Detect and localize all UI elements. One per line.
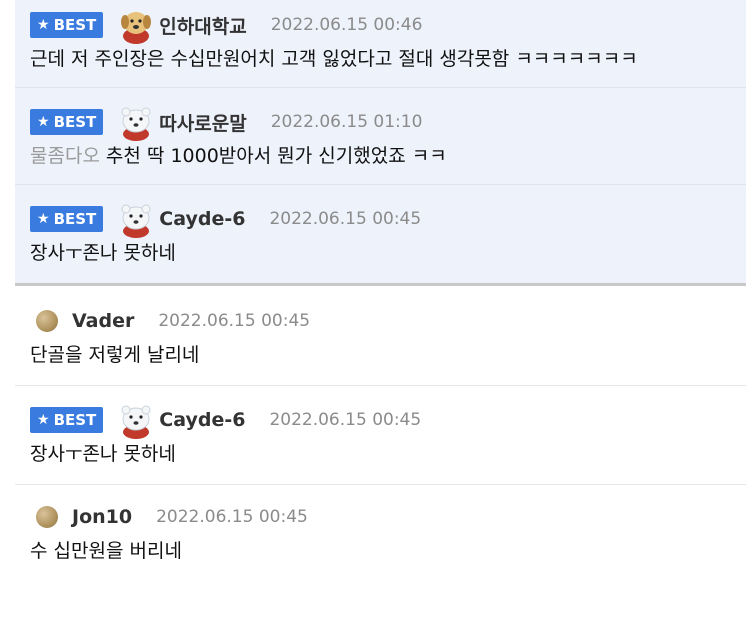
comment-header: Jon10 2022.06.15 00:45: [30, 497, 746, 537]
comment-item: ★ BEST 인하대학교 2022.06.15 00:46 근데 저 주인장은 수…: [15, 0, 746, 88]
star-icon: ★: [37, 211, 50, 227]
polar-bear-avatar-icon[interactable]: [117, 200, 155, 238]
polar-bear-avatar-icon[interactable]: [117, 103, 155, 141]
comment-date: 2022.06.15 00:45: [269, 209, 422, 229]
comment-date: 2022.06.15 00:45: [156, 507, 308, 527]
star-icon: ★: [37, 17, 50, 33]
star-icon: ★: [37, 114, 50, 130]
polar-bear-avatar-icon[interactable]: [117, 401, 155, 439]
comment-text: 단골을 저렇게 날리네: [30, 344, 200, 366]
comment-header: ★ BEST 따사로운말 2022.06.15 01:10: [30, 102, 746, 142]
mention-username[interactable]: 물좀다오: [30, 145, 100, 167]
comment-text: 근데 저 주인장은 수십만원어치 고객 잃었다고 절대 생각못함 ㅋㅋㅋㅋㅋㅋㅋ: [30, 48, 638, 70]
comment-item: Jon10 2022.06.15 00:45 수 십만원을 버리네: [15, 485, 746, 579]
dog-avatar-icon[interactable]: [117, 6, 155, 44]
comment-nickname[interactable]: 따사로운말: [159, 109, 246, 136]
comment-item: Vader 2022.06.15 00:45 단골을 저렇게 날리네: [15, 286, 746, 386]
comment-nickname[interactable]: Jon10: [72, 506, 132, 528]
comment-header: ★ BEST Cayde-6 2022.06.15 00:45: [30, 400, 746, 440]
best-badge: ★ BEST: [30, 206, 104, 232]
comment-date: 2022.06.15 01:10: [270, 112, 423, 132]
comment-nickname[interactable]: 인하대학교: [159, 12, 246, 39]
comment-list: ★ BEST 인하대학교 2022.06.15 00:46 근데 저 주인장은 수…: [0, 0, 746, 579]
comment-date: 2022.06.15 00:46: [270, 15, 423, 35]
comment-nickname[interactable]: Cayde-6: [159, 409, 245, 431]
default-ball-avatar-icon[interactable]: [36, 310, 58, 332]
comment-text: 물좀다오 추천 딱 1000받아서 뭔가 신기했었죠 ㅋㅋ: [30, 145, 447, 167]
comment-header: ★ BEST Cayde-6 2022.06.15 00:45: [30, 199, 746, 239]
comment-nickname[interactable]: Cayde-6: [159, 208, 245, 230]
comment-header: Vader 2022.06.15 00:45: [30, 301, 746, 341]
comment-text: 장사ㅜ존나 못하네: [30, 242, 176, 264]
comment-date: 2022.06.15 00:45: [158, 311, 311, 331]
comment-text: 장사ㅜ존나 못하네: [30, 443, 176, 465]
comment-nickname[interactable]: Vader: [72, 310, 134, 332]
comment-header: ★ BEST 인하대학교 2022.06.15 00:46: [30, 5, 746, 45]
best-badge: ★ BEST: [30, 109, 104, 135]
comment-item: ★ BEST Cayde-6 2022.06.15 00:45 장사ㅜ존나 못하네: [15, 185, 746, 283]
best-badge: ★ BEST: [30, 407, 104, 433]
star-icon: ★: [37, 412, 50, 428]
comment-item: ★ BEST 따사로운말 2022.06.15 01:10 물좀다오 추천 딱 10…: [15, 88, 746, 185]
comment-item: ★ BEST Cayde-6 2022.06.15 00:45 장사ㅜ존나 못하네: [15, 386, 746, 485]
comment-text: 수 십만원을 버리네: [30, 540, 182, 562]
default-ball-avatar-icon[interactable]: [36, 506, 58, 528]
best-badge: ★ BEST: [30, 12, 104, 38]
comment-date: 2022.06.15 00:45: [269, 410, 422, 430]
